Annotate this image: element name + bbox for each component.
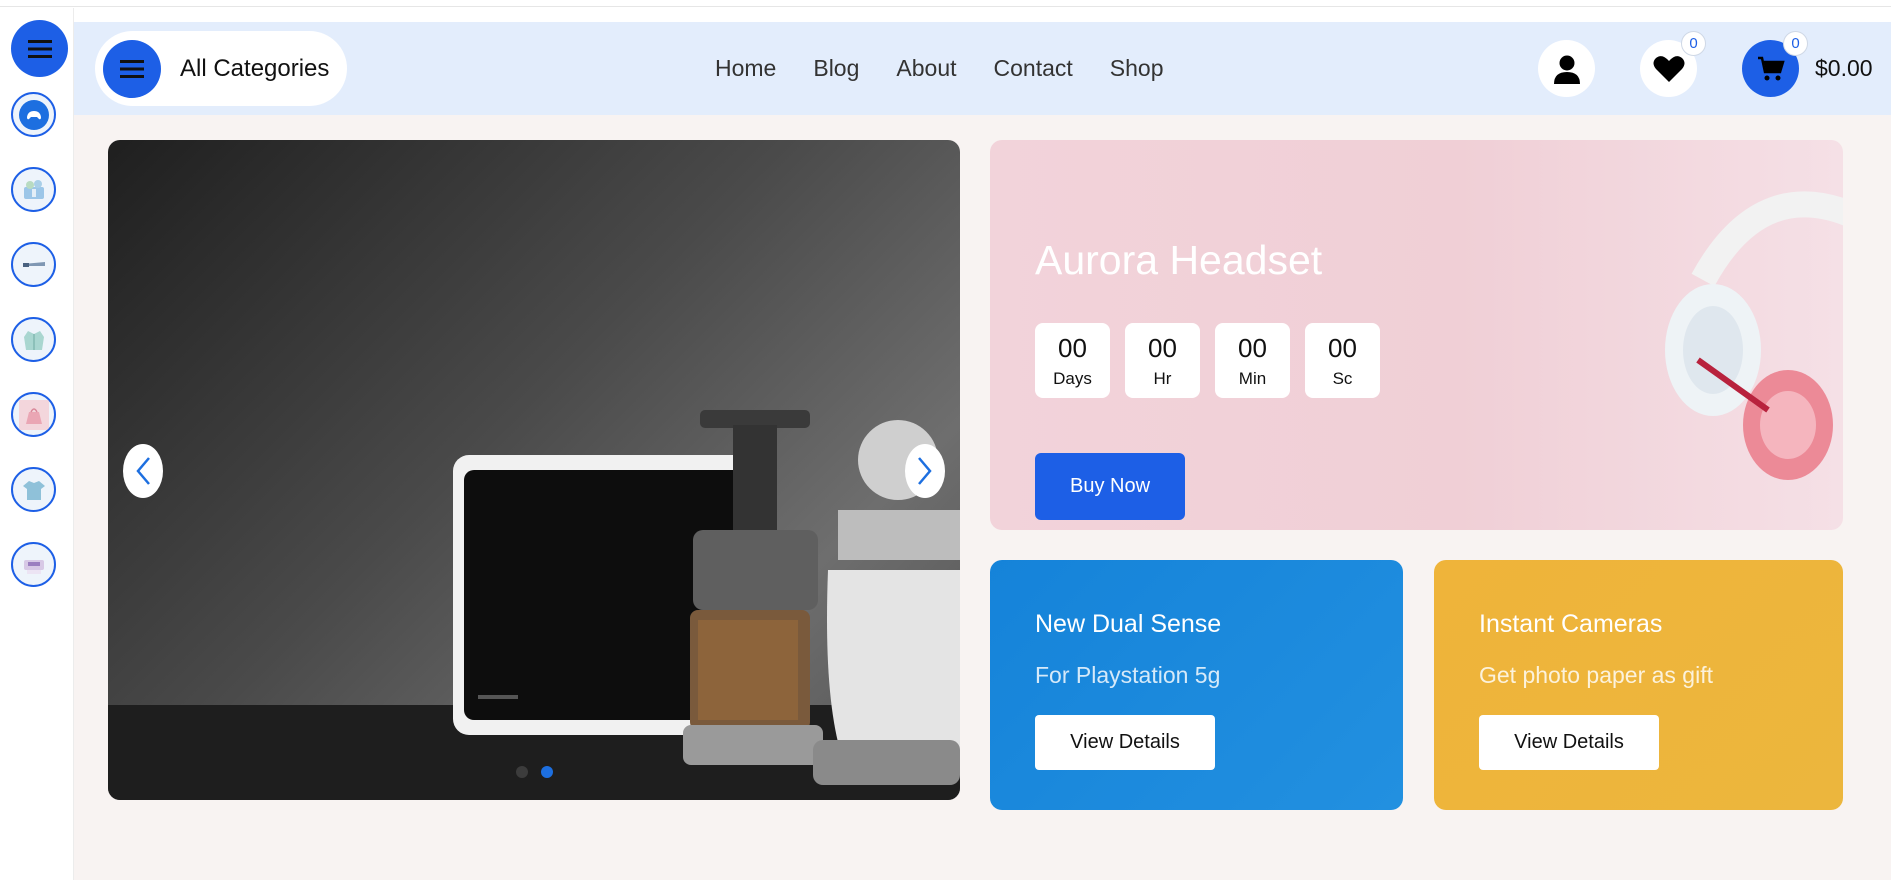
- shirt-icon: [22, 480, 45, 500]
- rail-item-handbag[interactable]: [11, 392, 56, 437]
- card-subtitle: Get photo paper as gift: [1479, 662, 1713, 688]
- main-content: Aurora Headset 00 Days 00 Hr 00 Min 00 S…: [74, 115, 1891, 880]
- all-categories-label: All Categories: [180, 54, 330, 82]
- nav-link-about[interactable]: About: [896, 55, 956, 82]
- countdown-minutes: 00 Min: [1215, 323, 1290, 398]
- countdown-seconds: 00 Sc: [1305, 323, 1380, 398]
- countdown-minutes-unit: Min: [1238, 368, 1267, 388]
- promo-card-instant-cameras: Instant Cameras Get photo paper as gift …: [1434, 560, 1843, 810]
- hamburger-icon: [27, 39, 52, 58]
- countdown-days-unit: Days: [1053, 368, 1092, 388]
- promo-banner-headset: Aurora Headset 00 Days 00 Hr 00 Min 00 S…: [990, 140, 1843, 530]
- nav-link-contact[interactable]: Contact: [994, 55, 1073, 82]
- user-icon: [1553, 55, 1580, 84]
- cart-total[interactable]: $0.00: [1815, 22, 1873, 115]
- nav-link-blog[interactable]: Blog: [813, 55, 859, 82]
- cart-count-badge: 0: [1783, 31, 1808, 56]
- gift-hamper-icon: [23, 179, 44, 199]
- countdown-seconds-value: 00: [1328, 332, 1357, 363]
- jacket-icon: [23, 330, 44, 350]
- handbag-icon: [18, 399, 49, 430]
- countdown-seconds-unit: Sc: [1332, 368, 1353, 388]
- rail-menu-button[interactable]: [11, 20, 68, 77]
- top-divider: [0, 6, 1891, 7]
- countdown-days-value: 00: [1058, 332, 1087, 363]
- card-title: New Dual Sense: [1035, 610, 1222, 638]
- countdown-hours-value: 00: [1148, 332, 1177, 363]
- nav-link-shop[interactable]: Shop: [1110, 55, 1164, 82]
- card-subtitle: For Playstation 5g: [1035, 662, 1221, 688]
- wishlist-count-badge: 0: [1681, 31, 1706, 56]
- site-header: All Categories Home Blog About Contact S…: [74, 22, 1891, 115]
- slider-dot-2-active[interactable]: [541, 766, 553, 778]
- slider-next-button[interactable]: [905, 444, 945, 498]
- main-nav: Home Blog About Contact Shop: [715, 22, 1201, 115]
- categories-menu-icon-wrap: [103, 39, 161, 98]
- headset-image: [1665, 191, 1843, 480]
- buy-now-button[interactable]: Buy Now: [1035, 453, 1185, 520]
- countdown-days: 00 Days: [1035, 323, 1110, 398]
- view-details-button[interactable]: View Details: [1035, 715, 1215, 770]
- all-categories-button[interactable]: All Categories: [95, 31, 347, 106]
- hero-slider[interactable]: [108, 140, 960, 800]
- rail-item-jacket[interactable]: [11, 317, 56, 362]
- category-rail: [0, 8, 74, 880]
- rail-item-gift-hamper[interactable]: [11, 167, 56, 212]
- rail-item-hair-straightener[interactable]: [11, 242, 56, 287]
- chevron-left-icon: [136, 457, 150, 485]
- account-button[interactable]: [1538, 40, 1595, 97]
- gamepad-icon: [18, 99, 49, 130]
- slider-prev-button[interactable]: [123, 444, 163, 498]
- countdown-timer: 00 Days 00 Hr 00 Min 00 Sc: [1035, 323, 1380, 398]
- card-title: Instant Cameras: [1479, 610, 1663, 638]
- rail-item-shirt[interactable]: [11, 467, 56, 512]
- slider-pagination: [516, 766, 553, 778]
- promo-title: Aurora Headset: [1035, 237, 1323, 283]
- cart-button[interactable]: 0: [1742, 31, 1808, 97]
- printer-icon: [23, 559, 44, 574]
- countdown-minutes-value: 00: [1238, 332, 1267, 363]
- rail-item-printer[interactable]: [11, 542, 56, 587]
- countdown-hours-unit: Hr: [1153, 368, 1172, 388]
- rail-item-gamepad[interactable]: [11, 92, 56, 137]
- nav-link-home[interactable]: Home: [715, 55, 776, 82]
- view-details-button[interactable]: View Details: [1479, 715, 1659, 770]
- slide-image: [108, 410, 960, 800]
- countdown-hours: 00 Hr: [1125, 323, 1200, 398]
- hair-straightener-icon: [22, 261, 45, 267]
- hamburger-icon: [120, 59, 144, 78]
- promo-card-dual-sense: New Dual Sense For Playstation 5g View D…: [990, 560, 1403, 810]
- slider-dot-1[interactable]: [516, 766, 528, 778]
- cart-icon: [1757, 56, 1785, 80]
- wishlist-button[interactable]: 0: [1640, 31, 1706, 97]
- heart-icon: [1653, 55, 1684, 82]
- chevron-right-icon: [918, 457, 932, 485]
